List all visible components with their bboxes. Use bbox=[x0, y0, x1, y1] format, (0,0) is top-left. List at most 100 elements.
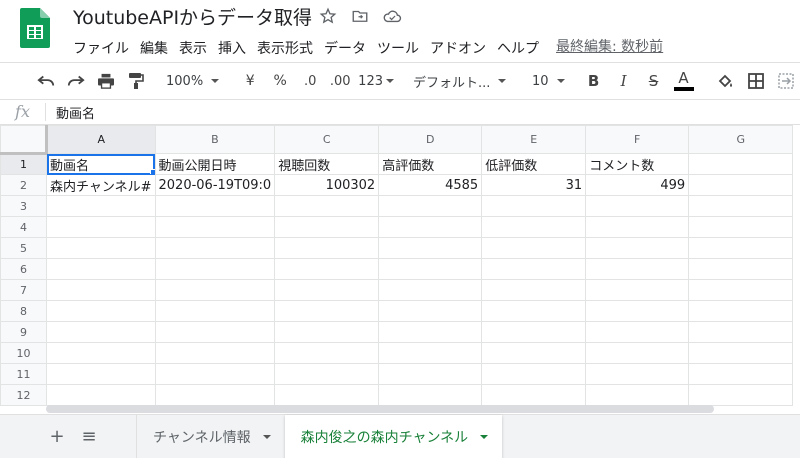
column-header[interactable]: F bbox=[585, 125, 690, 154]
spreadsheet-grid[interactable]: A B C D E F G 1 動画名 動画公開日時 視聴回数 高評価数 低評価数 コメント… bbox=[0, 125, 800, 412]
row-header[interactable]: 4 bbox=[0, 216, 47, 238]
cell[interactable] bbox=[46, 279, 156, 301]
cell[interactable] bbox=[688, 300, 794, 322]
document-title[interactable]: YoutubeAPIからデータ取得 bbox=[73, 3, 312, 30]
cell[interactable] bbox=[378, 216, 483, 238]
cell[interactable]: 低評価数 bbox=[481, 153, 587, 175]
column-header[interactable]: C bbox=[274, 125, 380, 154]
cell[interactable] bbox=[378, 300, 483, 322]
percent-format-button[interactable]: % bbox=[268, 67, 292, 95]
cell[interactable] bbox=[378, 279, 483, 301]
borders-icon[interactable] bbox=[744, 67, 768, 95]
cell[interactable] bbox=[46, 363, 156, 385]
cell[interactable] bbox=[688, 363, 794, 385]
cell[interactable] bbox=[378, 195, 483, 217]
cell[interactable] bbox=[585, 342, 690, 364]
last-edit-link[interactable]: 最終編集: 数秒前 bbox=[556, 36, 663, 60]
cell[interactable] bbox=[154, 237, 276, 259]
cell[interactable]: 高評価数 bbox=[378, 153, 483, 175]
menu-addons[interactable]: アドオン bbox=[430, 36, 493, 60]
cell[interactable] bbox=[46, 258, 156, 280]
cell[interactable] bbox=[585, 279, 690, 301]
zoom-select[interactable]: 100% bbox=[166, 67, 220, 95]
decrease-decimal-button[interactable]: .0 bbox=[298, 67, 322, 95]
cell[interactable] bbox=[585, 321, 690, 343]
cell[interactable] bbox=[154, 342, 276, 364]
cell[interactable] bbox=[585, 237, 690, 259]
cell[interactable] bbox=[46, 237, 156, 259]
italic-button[interactable]: I bbox=[612, 67, 636, 95]
fill-handle[interactable] bbox=[149, 169, 155, 174]
row-header[interactable]: 10 bbox=[0, 342, 47, 364]
menu-help[interactable]: ヘルプ bbox=[497, 36, 546, 60]
row-header[interactable]: 5 bbox=[0, 237, 47, 259]
row-header[interactable]: 8 bbox=[0, 300, 47, 322]
cell[interactable] bbox=[585, 384, 690, 406]
paint-format-icon[interactable] bbox=[124, 67, 148, 95]
cell[interactable] bbox=[378, 321, 483, 343]
cell[interactable] bbox=[154, 363, 276, 385]
cell[interactable] bbox=[378, 237, 483, 259]
cell[interactable]: 499 bbox=[585, 174, 690, 196]
cell[interactable] bbox=[688, 279, 794, 301]
cell[interactable]: 100302 bbox=[274, 174, 380, 196]
column-header[interactable]: E bbox=[481, 125, 587, 154]
cell[interactable] bbox=[274, 195, 380, 217]
row-header[interactable]: 6 bbox=[0, 258, 47, 280]
chevron-down-icon[interactable] bbox=[480, 434, 489, 439]
cell[interactable] bbox=[585, 195, 690, 217]
cell[interactable] bbox=[481, 216, 587, 238]
cell[interactable]: コメント数 bbox=[585, 153, 690, 175]
font-size-select[interactable]: 10 bbox=[522, 67, 565, 95]
cell[interactable] bbox=[46, 342, 156, 364]
sheet-tab[interactable]: チャンネル情報 bbox=[136, 414, 285, 458]
cell[interactable] bbox=[585, 216, 690, 238]
horizontal-scrollbar[interactable] bbox=[46, 405, 714, 413]
cell[interactable]: 31 bbox=[481, 174, 587, 196]
menu-format[interactable]: 表示形式 bbox=[257, 36, 320, 60]
column-header[interactable]: D bbox=[378, 125, 483, 154]
increase-decimal-button[interactable]: .00 bbox=[328, 67, 352, 95]
cell[interactable] bbox=[481, 342, 587, 364]
cell[interactable]: 4585 bbox=[378, 174, 483, 196]
cell[interactable]: 森内チャンネル# bbox=[46, 174, 156, 196]
row-header[interactable]: 3 bbox=[0, 195, 47, 217]
cell[interactable] bbox=[274, 363, 380, 385]
cell[interactable] bbox=[274, 384, 380, 406]
cell[interactable] bbox=[46, 384, 156, 406]
row-header[interactable]: 1 bbox=[0, 153, 47, 175]
cell[interactable] bbox=[154, 258, 276, 280]
cell[interactable] bbox=[481, 363, 587, 385]
cell[interactable]: 視聴回数 bbox=[274, 153, 380, 175]
column-header[interactable]: A bbox=[46, 125, 156, 154]
move-folder-icon[interactable] bbox=[350, 6, 370, 26]
bold-button[interactable]: B bbox=[582, 67, 606, 95]
cell[interactable] bbox=[688, 216, 794, 238]
cell[interactable] bbox=[154, 216, 276, 238]
selected-cell[interactable]: 動画名 bbox=[46, 153, 156, 175]
row-header[interactable]: 11 bbox=[0, 363, 47, 385]
cell[interactable] bbox=[154, 279, 276, 301]
cell[interactable] bbox=[46, 195, 156, 217]
cell[interactable] bbox=[688, 153, 794, 175]
menu-tools[interactable]: ツール bbox=[377, 36, 426, 60]
cell[interactable] bbox=[154, 321, 276, 343]
cell[interactable] bbox=[688, 342, 794, 364]
row-header[interactable]: 2 bbox=[0, 174, 47, 196]
cell[interactable] bbox=[46, 300, 156, 322]
add-sheet-button[interactable]: + bbox=[44, 426, 70, 447]
column-header[interactable]: B bbox=[154, 125, 276, 154]
cell[interactable] bbox=[481, 384, 587, 406]
row-header[interactable]: 12 bbox=[0, 384, 47, 406]
menu-data[interactable]: データ bbox=[324, 36, 373, 60]
column-header[interactable]: G bbox=[688, 125, 794, 154]
cell[interactable] bbox=[378, 363, 483, 385]
menu-insert[interactable]: 挿入 bbox=[218, 36, 253, 60]
redo-icon[interactable] bbox=[64, 67, 88, 95]
sheets-logo-icon[interactable] bbox=[20, 8, 50, 48]
cell[interactable]: 2020-06-19T09:0 bbox=[154, 174, 276, 196]
cell[interactable] bbox=[46, 321, 156, 343]
fill-color-icon[interactable] bbox=[714, 67, 738, 95]
row-header[interactable]: 9 bbox=[0, 321, 47, 343]
cell[interactable] bbox=[481, 321, 587, 343]
